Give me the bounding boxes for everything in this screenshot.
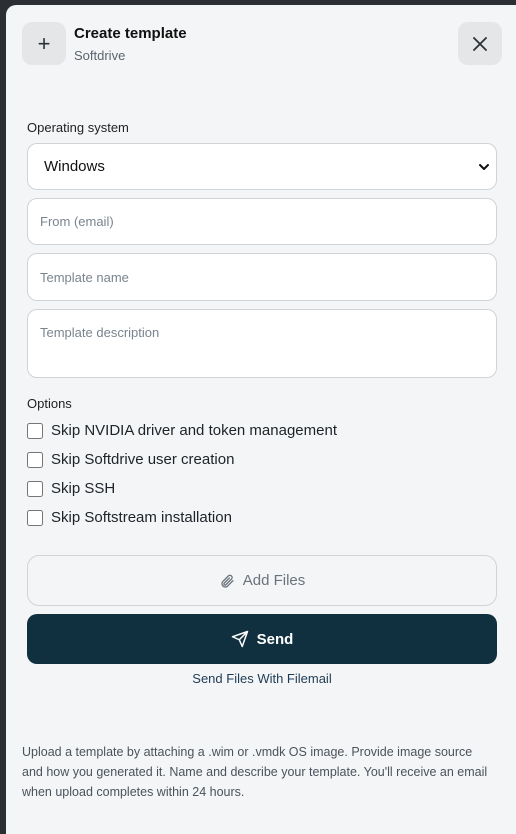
create-template-panel: + Create template Softdrive Operating sy… xyxy=(6,5,516,834)
option-skip-user-creation[interactable]: Skip Softdrive user creation xyxy=(27,451,234,468)
option-label: Skip SSH xyxy=(51,480,116,497)
template-description-field[interactable] xyxy=(27,309,497,378)
checkbox-skip-ssh[interactable] xyxy=(27,480,43,497)
checkbox-skip-softstream[interactable] xyxy=(27,509,43,526)
close-button[interactable] xyxy=(458,22,502,65)
panel-subtitle: Softdrive xyxy=(74,48,126,63)
paperclip-icon xyxy=(221,574,234,588)
option-skip-ssh[interactable]: Skip SSH xyxy=(27,480,115,497)
template-name-field[interactable] xyxy=(27,253,497,301)
checkbox-skip-user-creation[interactable] xyxy=(27,451,43,468)
add-files-label: Add Files xyxy=(242,572,306,589)
options-label: Options xyxy=(27,396,72,411)
plus-icon: + xyxy=(22,22,66,65)
option-label: Skip Softdrive user creation xyxy=(51,451,235,468)
chevron-down-icon xyxy=(479,164,489,170)
send-button[interactable]: Send xyxy=(27,614,497,664)
upload-instructions: Upload a template by attaching a .wim or… xyxy=(22,745,488,799)
add-files-button[interactable]: Add Files xyxy=(27,555,497,606)
send-label: Send xyxy=(256,630,294,648)
panel-header: + Create template Softdrive xyxy=(22,22,502,70)
panel-title: Create template xyxy=(74,25,187,42)
option-skip-softstream[interactable]: Skip Softstream installation xyxy=(27,509,232,526)
os-label: Operating system xyxy=(27,120,129,135)
option-label: Skip Softstream installation xyxy=(51,509,232,526)
checkbox-skip-nvidia[interactable] xyxy=(27,422,43,439)
close-icon xyxy=(473,36,487,51)
option-skip-nvidia[interactable]: Skip NVIDIA driver and token management xyxy=(27,422,337,439)
email-field[interactable] xyxy=(27,198,497,245)
send-with-filemail-link[interactable]: Send Files With Filemail xyxy=(27,671,497,686)
paper-plane-icon xyxy=(231,630,248,648)
os-selected-value: Windows xyxy=(44,158,105,175)
os-select[interactable]: Windows xyxy=(27,143,497,190)
option-label: Skip NVIDIA driver and token management xyxy=(51,422,337,439)
